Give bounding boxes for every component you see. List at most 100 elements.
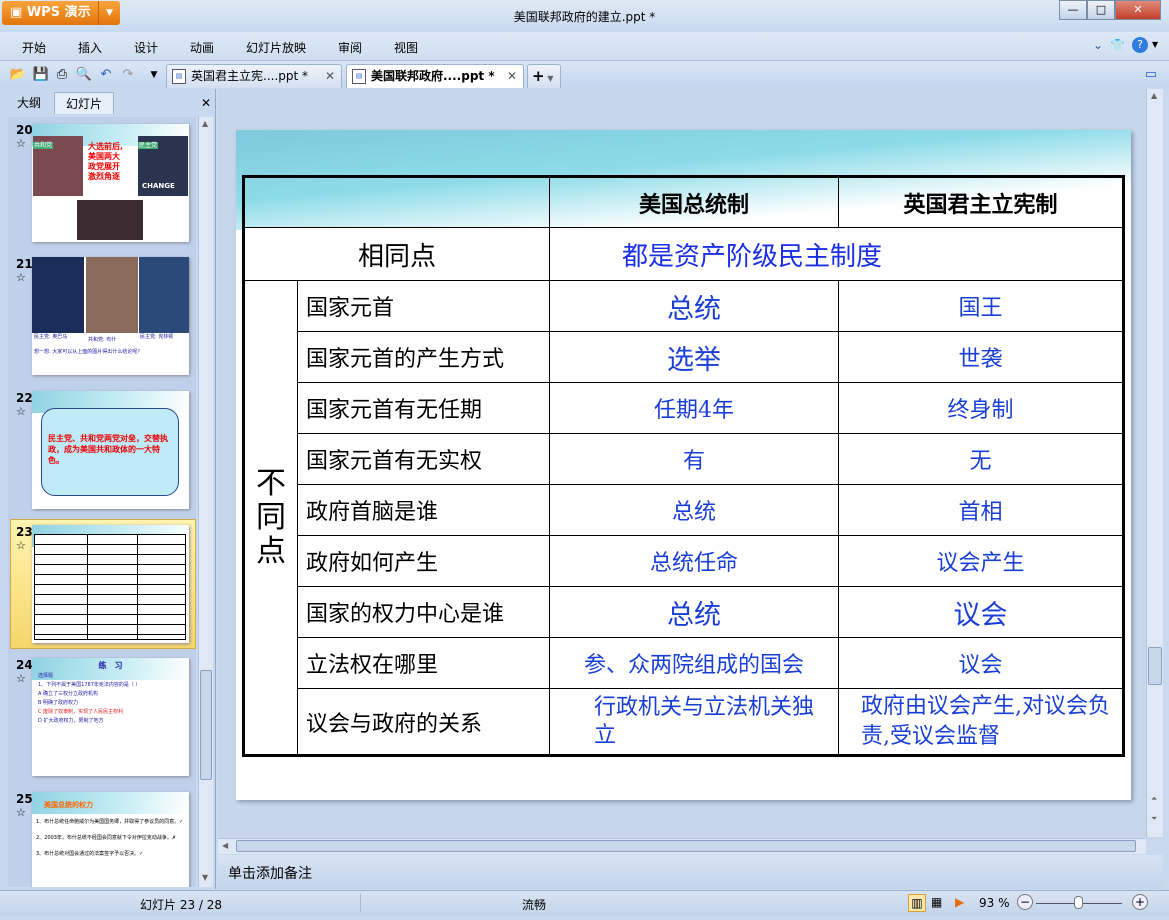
- us-value: 任期4年: [549, 382, 839, 434]
- uk-value: 世袭: [838, 331, 1124, 383]
- thumbnail-scrollbar[interactable]: ▲ ▼: [198, 117, 213, 887]
- tab-outline[interactable]: 大纲: [6, 92, 52, 114]
- uk-value: 议会产生: [838, 535, 1124, 587]
- undo-icon[interactable]: ↶: [97, 66, 115, 84]
- zoom-in-button[interactable]: +: [1132, 894, 1148, 910]
- photo: [77, 200, 143, 240]
- theme-name: 流畅: [522, 898, 547, 912]
- close-button[interactable]: ✕: [1115, 0, 1161, 20]
- menu-animation[interactable]: 动画: [190, 39, 214, 56]
- collapse-ribbon-icon[interactable]: ⌄: [1093, 38, 1103, 52]
- save-icon[interactable]: 💾: [32, 66, 50, 84]
- us-value: 有: [549, 433, 839, 485]
- wps-app-menu-button[interactable]: ▣ WPS 演示 ▼: [2, 1, 120, 25]
- scroll-left-icon[interactable]: ◀: [222, 841, 228, 850]
- uk-value: 议会: [838, 586, 1124, 638]
- scroll-up-icon[interactable]: ▲: [1151, 91, 1157, 100]
- help-icon[interactable]: ?: [1132, 37, 1148, 53]
- header-us: 美国总统制: [549, 176, 839, 228]
- quick-access-toolbar: 📂 💾 ⎙ 🔍 ↶ ↷ ▼ ▤ 英国君主立宪....ppt * ✕ ▤ 美国联邦政府.…: [0, 60, 1169, 88]
- tab-slides[interactable]: 幻灯片: [54, 92, 114, 114]
- vertical-scrollbar[interactable]: ▲ ⏶ ⏷: [1146, 89, 1163, 837]
- thumbnail-list: 20 ☆ 共和党 民主党 CHANGE 大选前后, 美国两大 政党展开 激烈角逐 21 ☆ …: [8, 117, 196, 887]
- close-tab-icon[interactable]: ✕: [507, 65, 517, 87]
- open-icon[interactable]: 📂: [9, 66, 27, 84]
- star-icon: ☆: [16, 271, 26, 284]
- menu-insert[interactable]: 插入: [78, 39, 102, 56]
- doc-tab-1[interactable]: ▤ 英国君主立宪....ppt * ✕: [166, 64, 342, 88]
- row-item: 国家元首有无实权: [297, 433, 550, 485]
- us-value: 行政机关与立法机关独立: [549, 688, 839, 756]
- print-icon[interactable]: ⎙: [53, 66, 71, 84]
- doc-tab-2[interactable]: ▤ 美国联邦政府....ppt * ✕: [346, 64, 524, 88]
- slideshow-icon[interactable]: ▶: [955, 895, 964, 909]
- table-row: 不同点 国家元首 总统 国王: [243, 280, 1124, 756]
- slide-thumbnail-23[interactable]: [32, 525, 189, 643]
- customize-toolbar-icon[interactable]: ▼: [145, 66, 163, 84]
- new-tab-button[interactable]: + ▼: [527, 64, 561, 88]
- menu-review[interactable]: 审阅: [338, 39, 362, 56]
- us-value: 总统任命: [549, 535, 839, 587]
- title-bar: ▣ WPS 演示 ▼ 美国联邦政府的建立.ppt * — □ ✕: [0, 0, 1169, 32]
- scrollbar-thumb[interactable]: [200, 670, 212, 780]
- scroll-up-icon[interactable]: ▲: [202, 119, 208, 128]
- menu-start[interactable]: 开始: [22, 39, 46, 56]
- chevron-down-icon[interactable]: ▼: [1152, 40, 1158, 49]
- menu-design[interactable]: 设计: [134, 39, 158, 56]
- star-icon: ☆: [16, 672, 26, 685]
- slide-thumbnail-21[interactable]: 民主党: 奥巴马 共和党: 布什 民主党: 克林顿 想一想: 大家可以从上面的图…: [32, 257, 189, 375]
- redo-icon[interactable]: ↷: [119, 66, 137, 84]
- ppt-file-icon: ▤: [172, 69, 186, 84]
- maximize-button[interactable]: □: [1087, 0, 1115, 20]
- chevron-down-icon[interactable]: ▼: [98, 1, 120, 25]
- diff-label: 不同点: [243, 280, 298, 756]
- table-row: 国家元首有无任期 任期4年 终身制: [244, 382, 1124, 434]
- uk-value: 议会: [838, 637, 1124, 689]
- us-value: 总统: [549, 586, 839, 638]
- scroll-down-icon[interactable]: ▼: [202, 873, 208, 882]
- uk-value: 国王: [838, 280, 1124, 332]
- header-uk: 英国君主立宪制: [838, 176, 1124, 228]
- print-preview-icon[interactable]: 🔍: [75, 66, 93, 84]
- row-item: 立法权在哪里: [297, 637, 550, 689]
- uk-value: 无: [838, 433, 1124, 485]
- same-label: 相同点: [243, 227, 550, 281]
- table-row: 国家的权力中心是谁 总统 议会: [244, 586, 1124, 638]
- slide-thumbnail-24[interactable]: 练 习 选择题 1、下列不属于美国1787年宪法内容的是（ ） A 确立了三权分立政…: [32, 658, 189, 776]
- menu-view[interactable]: 视图: [394, 39, 418, 56]
- us-value: 选举: [549, 331, 839, 383]
- star-icon: ☆: [16, 806, 26, 819]
- slide-thumbnail-20[interactable]: 共和党 民主党 CHANGE 大选前后, 美国两大 政党展开 激烈角逐: [32, 124, 189, 242]
- scrollbar-thumb[interactable]: [1148, 647, 1162, 685]
- window-arrange-icon[interactable]: ▭: [1142, 66, 1160, 84]
- skin-icon[interactable]: 👕: [1110, 38, 1125, 52]
- row-item: 政府首脑是谁: [297, 484, 550, 536]
- photo: 民主党 CHANGE: [138, 136, 188, 196]
- next-slide-icon[interactable]: ⏷: [1151, 814, 1157, 824]
- zoom-out-button[interactable]: −: [1017, 894, 1033, 910]
- table-row: 国家元首有无实权有无: [244, 433, 1124, 485]
- ppt-file-icon: ▤: [352, 69, 366, 84]
- slide-thumbnail-25[interactable]: 美国总统的权力 1、布什总统任命鲍威尔为美国国务卿，并取得了参议员的同意。✓ 2、…: [32, 792, 189, 887]
- notes-field[interactable]: 单击添加备注: [218, 855, 1163, 889]
- zoom-slider-thumb[interactable]: [1074, 896, 1083, 909]
- current-slide[interactable]: 美国总统制 英国君主立宪制 相同点 都是资产阶级民主制度 不同点 国家元首 总统 国王 国家…: [236, 130, 1131, 800]
- slide-thumbnail-22[interactable]: 民主党、共和党两党对垒，交替执政，成为美国共和政体的一大特色。: [32, 391, 189, 509]
- menu-bar: 开始 插入 设计 动画 幻灯片放映 审阅 视图 ⌄ 👕 ? ▼: [0, 32, 1169, 60]
- window-title: 美国联邦政府的建立.ppt *: [513, 10, 656, 24]
- scrollbar-thumb[interactable]: [236, 840, 1136, 852]
- close-tab-icon[interactable]: ✕: [325, 65, 335, 87]
- normal-view-icon[interactable]: ▥: [908, 894, 926, 912]
- table-row: 议会与政府的关系 行政机关与立法机关独立 政府由议会产生,对议会负责,受议会监督: [244, 688, 1124, 756]
- prev-slide-icon[interactable]: ⏶: [1151, 794, 1157, 804]
- close-panel-icon[interactable]: ✕: [201, 96, 211, 110]
- row-item: 国家元首的产生方式: [297, 331, 550, 383]
- star-icon: ☆: [16, 539, 26, 552]
- slide-counter: 幻灯片 23 / 28: [140, 898, 223, 912]
- comparison-table[interactable]: 美国总统制 英国君主立宪制 相同点 都是资产阶级民主制度 不同点 国家元首 总统 国王 国家…: [242, 175, 1125, 757]
- horizontal-scrollbar[interactable]: ◀: [218, 838, 1146, 854]
- minimize-button[interactable]: —: [1059, 0, 1087, 20]
- table-row: 政府如何产生 总统任命 议会产生: [244, 535, 1124, 587]
- slide-sorter-icon[interactable]: ▦: [931, 895, 942, 909]
- menu-slideshow[interactable]: 幻灯片放映: [246, 39, 306, 56]
